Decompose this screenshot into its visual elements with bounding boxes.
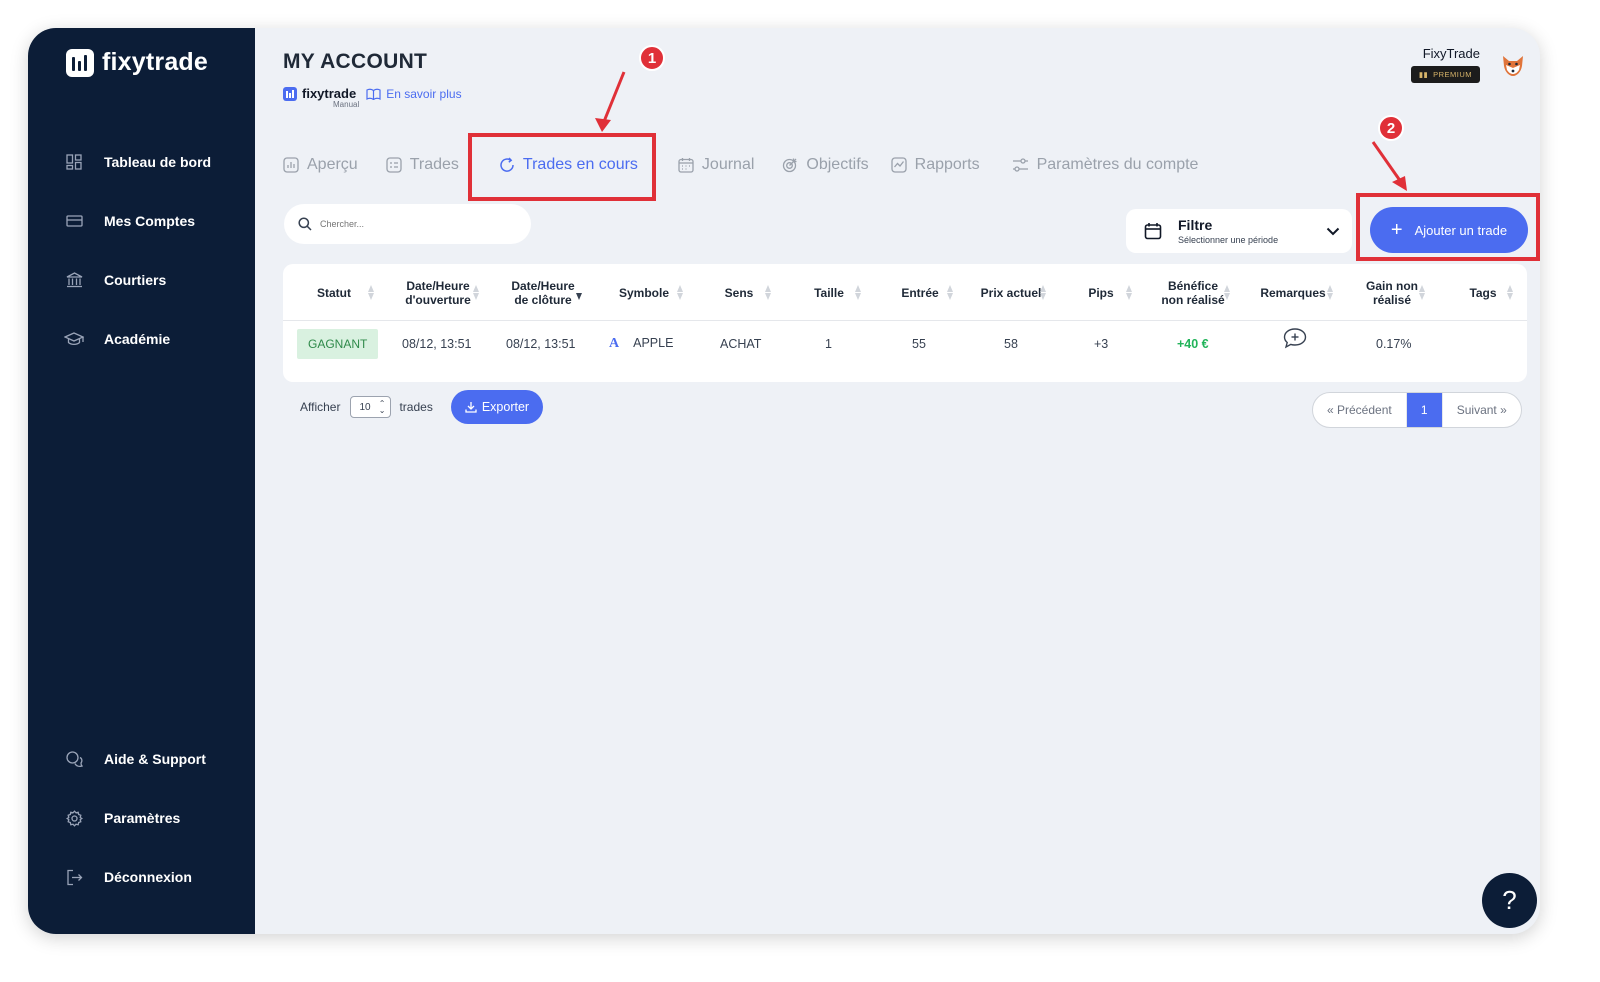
chevron-updown-icon: ⌃ ⌄ xyxy=(378,399,386,415)
sidebar-item-label: Tableau de bord xyxy=(104,154,212,170)
cell-open-time: 08/12, 13:51 xyxy=(402,337,472,351)
annotation-marker-2: 2 xyxy=(1378,115,1404,141)
sidebar-item-brokers[interactable]: Courtiers xyxy=(64,270,166,290)
next-page-button[interactable]: Suivant » xyxy=(1441,393,1521,427)
sidebar-item-settings[interactable]: Paramètres xyxy=(64,808,180,828)
cell-entry: 55 xyxy=(912,337,926,351)
apple-symbol-icon: A xyxy=(609,336,620,351)
cell-close-time: 08/12, 13:51 xyxy=(506,337,576,351)
sidebar-item-label: Aide & Support xyxy=(104,751,206,767)
card-icon xyxy=(64,211,84,231)
pagination: « Précédent 1 Suivant » xyxy=(1312,392,1522,428)
add-comment-icon[interactable] xyxy=(1283,328,1307,353)
sidebar-item-label: Courtiers xyxy=(104,272,167,288)
sidebar: fixytrade Tableau de bord Mes Comptes Co… xyxy=(28,28,255,934)
annotation-marker-1: 1 xyxy=(639,45,665,71)
sidebar-item-label: Déconnexion xyxy=(104,869,192,885)
sidebar-item-support[interactable]: Aide & Support xyxy=(64,749,206,769)
cell-pips: +3 xyxy=(1094,337,1109,351)
cell-symbol: A APPLE xyxy=(609,336,674,351)
cell-side: ACHAT xyxy=(720,337,762,351)
sidebar-item-label: Académie xyxy=(104,331,171,347)
download-icon xyxy=(465,402,477,413)
brand-name: fixytrade xyxy=(102,48,209,76)
sidebar-item-label: Paramètres xyxy=(104,810,181,826)
brand[interactable]: fixytrade xyxy=(66,48,208,77)
sidebar-item-dashboard[interactable]: Tableau de bord xyxy=(64,152,211,172)
trades-label: trades xyxy=(399,400,433,414)
sidebar-item-accounts[interactable]: Mes Comptes xyxy=(64,211,195,231)
page-button-1[interactable]: 1 xyxy=(1405,393,1442,427)
help-button[interactable]: ? xyxy=(1482,873,1537,928)
annotation-arrows xyxy=(595,71,1407,191)
cell-current-price: 58 xyxy=(1004,337,1018,351)
cell-unrealized-gain: 0.17% xyxy=(1376,337,1412,351)
main-content: MY ACCOUNT fixytrade Manual En savoir pl… xyxy=(255,28,1540,934)
sidebar-item-label: Mes Comptes xyxy=(104,213,196,229)
sidebar-item-logout[interactable]: Déconnexion xyxy=(64,867,192,887)
export-button[interactable]: Exporter xyxy=(450,390,544,424)
graduation-cap-icon xyxy=(64,329,84,349)
dashboard-grid-icon xyxy=(64,152,84,172)
cell-size: 1 xyxy=(825,337,832,351)
bank-icon xyxy=(64,270,84,290)
header-divider xyxy=(283,320,1527,321)
show-label: Afficher xyxy=(300,400,341,414)
support-icon xyxy=(64,749,84,769)
sidebar-item-academy[interactable]: Académie xyxy=(64,329,170,349)
prev-page-button[interactable]: « Précédent xyxy=(1313,393,1406,427)
app-window: fixytrade Tableau de bord Mes Comptes Co… xyxy=(28,28,1540,934)
table-footer: Afficher 10 ⌃ ⌄ trades Exporter xyxy=(300,390,544,424)
gear-icon xyxy=(64,808,84,828)
page-size-select[interactable]: 10 ⌃ ⌄ xyxy=(350,396,392,418)
logout-icon xyxy=(64,867,84,887)
cell-unrealized-profit: +40 € xyxy=(1177,337,1209,351)
status-badge: GAGNANT xyxy=(297,329,379,359)
fixytrade-logo-icon xyxy=(66,48,94,77)
